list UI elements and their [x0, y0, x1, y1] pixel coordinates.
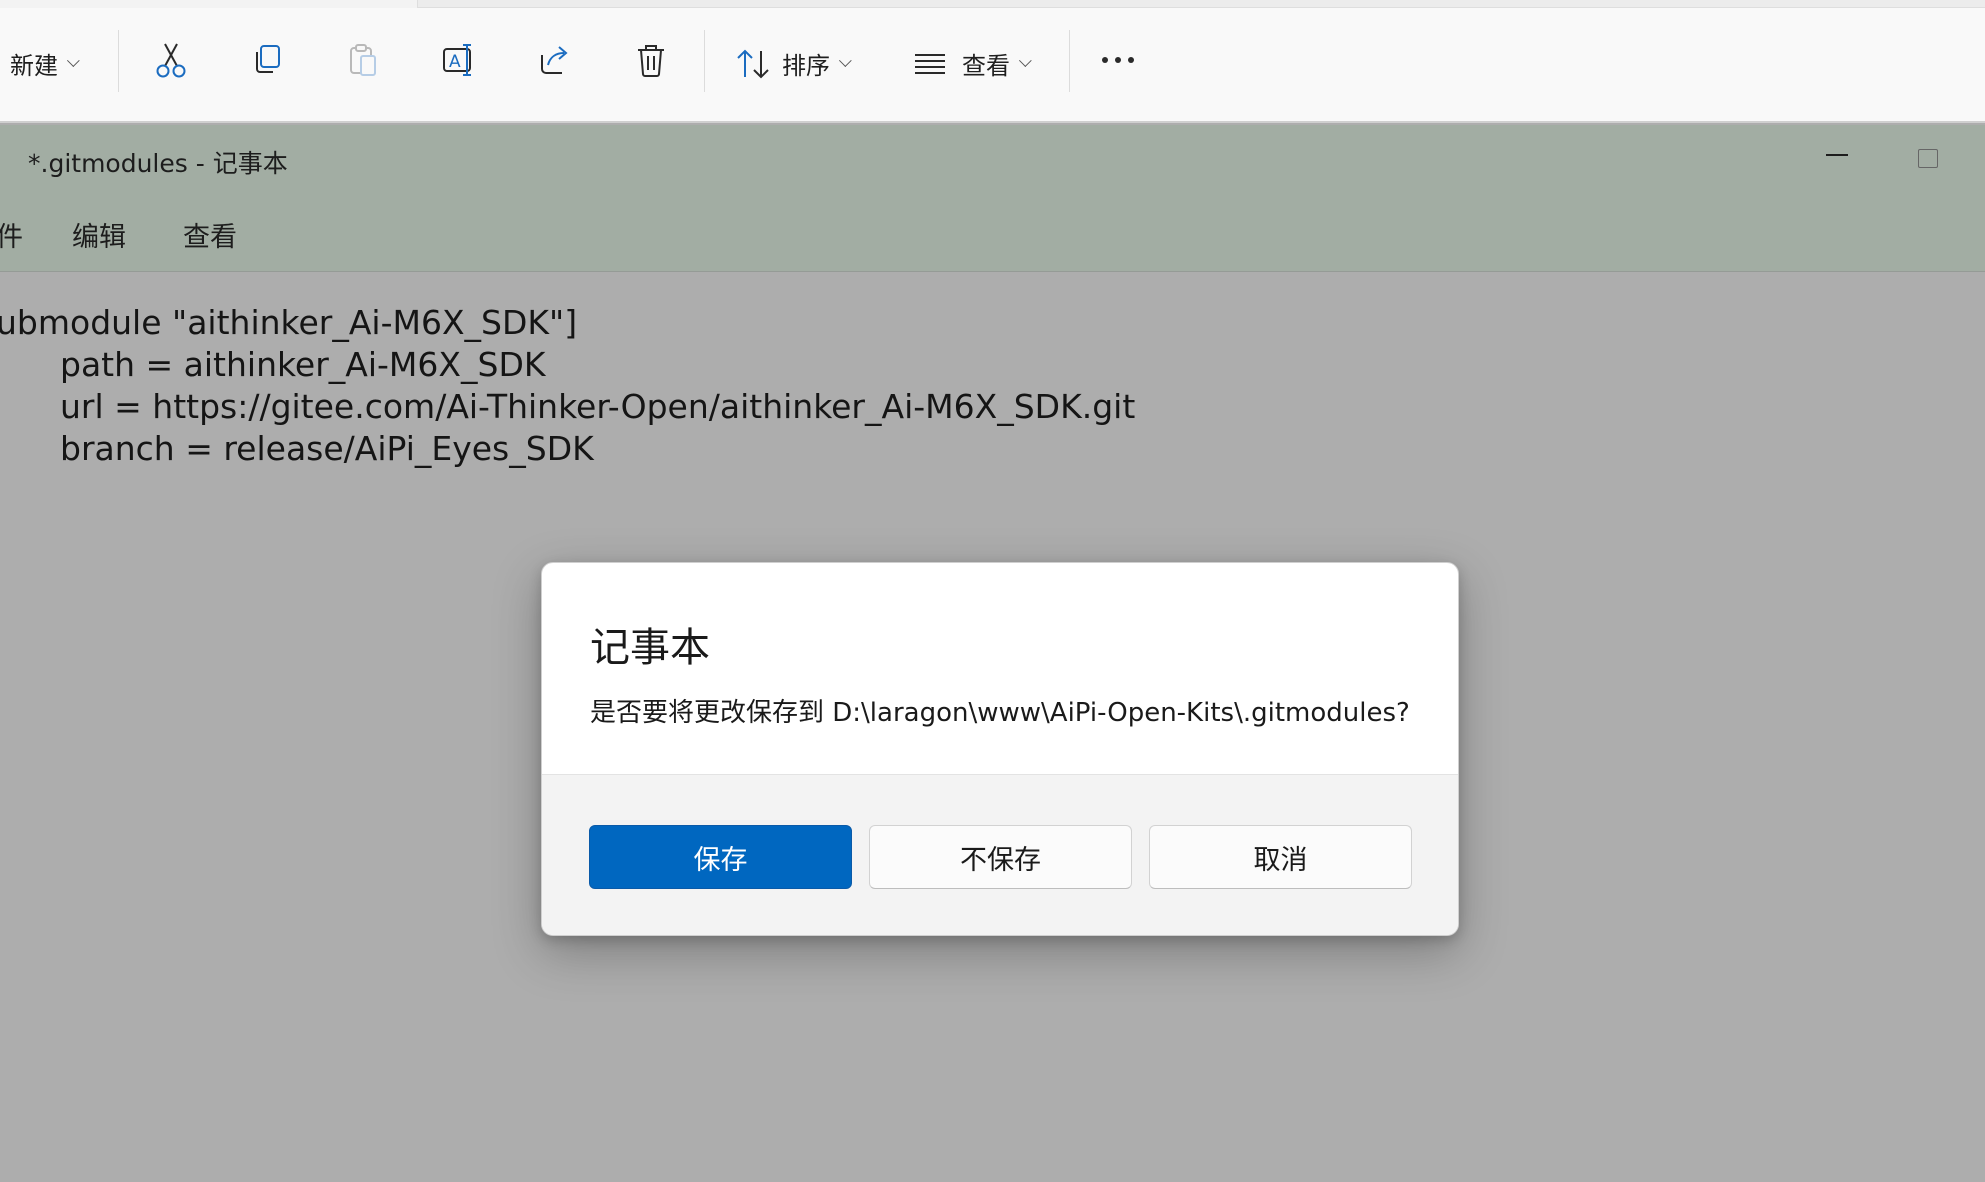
sort-button-label: 排序: [782, 52, 830, 80]
editor-line: path = aithinker_Ai-M6X_SDK: [60, 345, 546, 384]
svg-text:A: A: [449, 52, 461, 72]
share-icon[interactable]: [533, 38, 577, 82]
chevron-down-icon: [66, 54, 80, 68]
notepad-title-bar: *.gitmodules - 记事本: [0, 125, 1985, 195]
delete-icon[interactable]: [629, 38, 673, 82]
editor-line: branch = release/AiPi_Eyes_SDK: [60, 429, 594, 468]
tab-strip: [0, 0, 1985, 8]
maximize-icon[interactable]: [1918, 149, 1938, 168]
save-button[interactable]: 保存: [589, 825, 852, 889]
chevron-down-icon: [1018, 54, 1032, 68]
sort-icon: [736, 48, 770, 80]
paste-icon[interactable]: [341, 38, 385, 82]
new-button[interactable]: 新建: [10, 46, 80, 81]
toolbar-divider: [704, 30, 705, 92]
minimize-icon[interactable]: [1826, 154, 1848, 156]
editor-line: ubmodule "aithinker_Ai-M6X_SDK"]: [0, 303, 578, 342]
menu-edit[interactable]: 编辑: [72, 215, 126, 254]
dialog-message: 是否要将更改保存到 D:\laragon\www\AiPi-Open-Kits\…: [590, 698, 1410, 728]
cancel-button[interactable]: 取消: [1149, 825, 1412, 889]
copy-icon[interactable]: [245, 38, 289, 82]
dialog-footer: 保存 不保存 取消: [542, 774, 1458, 935]
notepad-menu-bar: 件 编辑 查看: [0, 195, 1985, 272]
rename-icon[interactable]: A: [437, 38, 481, 82]
save-changes-dialog: 记事本 是否要将更改保存到 D:\laragon\www\AiPi-Open-K…: [541, 562, 1459, 936]
cut-icon[interactable]: [149, 38, 193, 82]
menu-view[interactable]: 查看: [183, 215, 237, 254]
tab-edge: [417, 0, 1985, 8]
menu-file[interactable]: 件: [0, 215, 23, 254]
sort-button[interactable]: 排序: [736, 46, 852, 81]
dont-save-button[interactable]: 不保存: [869, 825, 1132, 889]
view-icon: [914, 52, 946, 76]
view-button[interactable]: 查看: [914, 46, 1032, 81]
window-title: *.gitmodules - 记事本: [28, 149, 288, 178]
more-icon[interactable]: [1096, 38, 1140, 82]
view-button-label: 查看: [962, 52, 1010, 80]
new-button-label: 新建: [10, 52, 58, 80]
toolbar-divider: [118, 30, 119, 92]
dialog-title: 记事本: [590, 625, 710, 671]
explorer-command-bar: 新建 A 排序 查看: [0, 0, 1985, 123]
toolbar-divider: [1069, 30, 1070, 92]
editor-line: url = https://gitee.com/Ai-Thinker-Open/…: [60, 387, 1136, 426]
chevron-down-icon: [838, 54, 852, 68]
